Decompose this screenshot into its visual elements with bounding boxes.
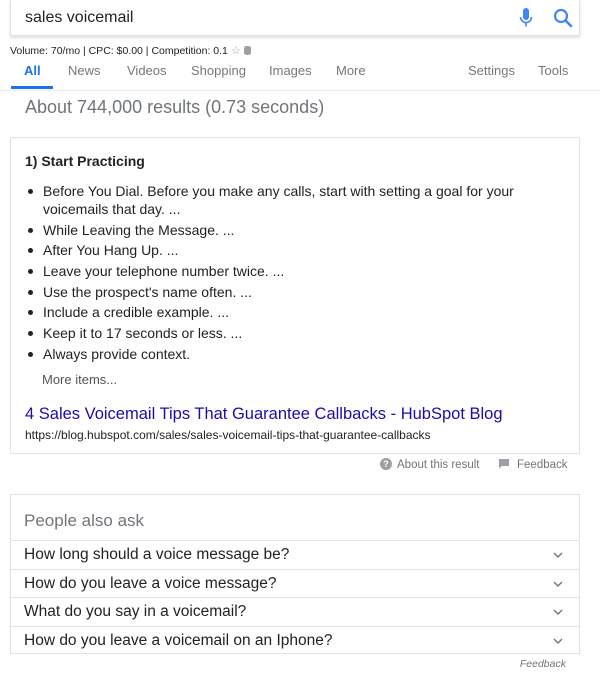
paa-question[interactable]: What do you say in a voicemail? xyxy=(11,597,579,626)
chevron-down-icon xyxy=(553,638,563,644)
chevron-down-icon xyxy=(553,552,563,558)
list-item: After You Hang Up. ... xyxy=(25,241,565,259)
search-bar xyxy=(10,0,580,36)
keyword-info: Volume: 70/mo | CPC: $0.00 | Competition… xyxy=(10,44,251,57)
keyword-info-text: Volume: 70/mo | CPC: $0.00 | Competition… xyxy=(10,45,228,57)
tab-tools[interactable]: Tools xyxy=(538,63,568,78)
list-item: Include a credible example. ... xyxy=(25,303,565,321)
snippet-feedback-label: Feedback xyxy=(517,459,568,471)
paa-question-text: How do you leave a voicemail on an Iphon… xyxy=(24,631,333,649)
more-items-link[interactable]: More items... xyxy=(42,372,117,387)
about-result-link[interactable]: ? About this result xyxy=(380,458,479,471)
tab-shopping[interactable]: Shopping xyxy=(191,63,246,78)
paa-question-text: How do you leave a voice message? xyxy=(24,574,277,592)
help-icon: ? xyxy=(380,458,392,470)
result-title-link[interactable]: 4 Sales Voicemail Tips That Guarantee Ca… xyxy=(25,405,503,424)
paa-question-text: What do you say in a voicemail? xyxy=(24,603,247,621)
search-tabs: All News Videos Shopping Images More Set… xyxy=(0,58,600,91)
about-result-label: About this result xyxy=(397,459,480,471)
microphone-icon[interactable] xyxy=(518,7,534,29)
feedback-link[interactable]: Feedback xyxy=(520,658,566,670)
list-item: Before You Dial. Before you make any cal… xyxy=(25,182,565,218)
tab-settings[interactable]: Settings xyxy=(468,63,515,78)
paa-title: People also ask xyxy=(24,511,145,530)
snippet-heading: 1) Start Practicing xyxy=(25,153,145,169)
database-icon[interactable] xyxy=(243,46,251,55)
paa-question-text: How long should a voice message be? xyxy=(24,546,290,563)
snippet-feedback-link[interactable]: Feedback xyxy=(498,458,568,471)
featured-snippet: 1) Start Practicing Before You Dial. Bef… xyxy=(10,137,580,454)
chevron-down-icon xyxy=(553,581,563,587)
tab-more[interactable]: More xyxy=(336,63,366,78)
tab-all[interactable]: All xyxy=(24,63,41,78)
people-also-ask: People also ask How long should a voice … xyxy=(10,494,580,654)
tab-news[interactable]: News xyxy=(68,63,101,78)
search-input[interactable] xyxy=(25,7,495,29)
star-icon[interactable]: ☆ xyxy=(231,45,241,57)
tab-videos[interactable]: Videos xyxy=(127,63,167,78)
list-item: While Leaving the Message. ... xyxy=(25,221,565,239)
feedback-icon xyxy=(499,459,509,469)
paa-question[interactable]: How do you leave a voicemail on an Iphon… xyxy=(11,625,579,655)
paa-question[interactable]: How do you leave a voice message? xyxy=(11,568,579,598)
result-stats: About 744,000 results (0.73 seconds) xyxy=(25,97,325,117)
tab-images[interactable]: Images xyxy=(269,63,312,78)
search-icon[interactable] xyxy=(551,6,575,30)
chevron-down-icon xyxy=(553,609,563,616)
list-item: Use the prospect's name often. ... xyxy=(25,283,565,301)
active-tab-indicator xyxy=(11,86,53,89)
list-item: Leave your telephone number twice. ... xyxy=(25,262,565,280)
snippet-list: Before You Dial. Before you make any cal… xyxy=(25,182,565,366)
paa-question[interactable]: How long should a voice message be? xyxy=(11,540,579,569)
list-item: Keep it to 17 seconds or less. ... xyxy=(25,324,565,342)
divider xyxy=(10,653,580,654)
svg-text:?: ? xyxy=(383,459,389,469)
result-url: https://blog.hubspot.com/sales/sales-voi… xyxy=(25,428,431,442)
list-item: Always provide context. xyxy=(25,345,565,363)
